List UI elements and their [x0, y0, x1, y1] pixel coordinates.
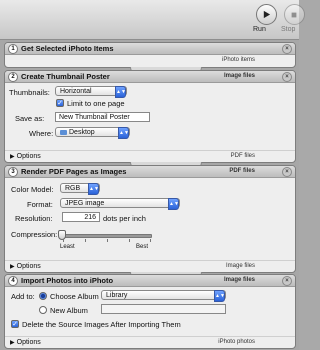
run-button[interactable]: Run	[253, 4, 279, 33]
output-type: Image files	[225, 263, 255, 269]
save-as-value: New Thumbnail Poster	[59, 114, 130, 121]
options-disclosure[interactable]: ▶ Options	[10, 151, 41, 162]
compression-min-label: Least	[60, 244, 75, 250]
slider-tick	[63, 239, 64, 242]
action-render-pdf-pages-as-images[interactable]: 3 Render PDF Pages as Images PDF files ×…	[4, 165, 296, 273]
action-footer: ▶ Options iPhoto photos	[5, 336, 295, 348]
action-number: 2	[8, 72, 18, 82]
save-as-label: Save as:	[15, 114, 45, 123]
compression-slider-knob[interactable]	[58, 230, 66, 240]
disclosure-triangle-icon: ▶	[10, 154, 15, 160]
where-popup[interactable]: Desktop ▲▼	[55, 127, 130, 139]
resolution-value: 216	[84, 214, 96, 221]
color-model-popup[interactable]: RGB ▲▼	[60, 183, 100, 195]
format-value: JPEG image	[65, 200, 105, 207]
add-to-label: Add to:	[11, 292, 35, 301]
options-label: Options	[16, 339, 41, 346]
choose-album-radio[interactable]	[39, 292, 47, 300]
save-as-field[interactable]: New Thumbnail Poster	[55, 112, 150, 122]
action-import-photos-into-iphoto[interactable]: 4 Import Photos into iPhoto Image files …	[4, 274, 296, 349]
new-album-label: New Album	[50, 306, 88, 315]
color-model-value: RGB	[65, 185, 81, 192]
where-label: Where:	[29, 129, 54, 138]
action-header[interactable]: 1 Get Selected iPhoto Items ×	[5, 43, 295, 55]
format-label: Format:	[27, 200, 53, 209]
toolbar: Run Stop	[0, 0, 305, 40]
action-title: Import Photos into iPhoto	[21, 276, 114, 285]
workflow-area: 1 Get Selected iPhoto Items × iPhoto ite…	[0, 40, 299, 350]
input-type: Image files	[223, 277, 255, 283]
chevron-updown-icon: ▲▼	[168, 198, 179, 210]
disclosure-triangle-icon: ▶	[10, 264, 15, 270]
thumbnails-label: Thumbnails:	[9, 88, 50, 97]
play-icon	[255, 4, 277, 25]
album-value: Library	[106, 292, 128, 299]
stop-button[interactable]: Stop	[281, 4, 307, 33]
options-label: Options	[16, 263, 41, 270]
thumbnails-popup[interactable]: Horizontal ▲▼	[55, 86, 127, 98]
resolution-unit: dots per inch	[103, 214, 146, 223]
input-type: Image files	[223, 73, 255, 79]
action-footer: ▶ Options Image files	[5, 260, 295, 272]
disclosure-triangle-icon: ▶	[10, 340, 15, 346]
options-disclosure[interactable]: ▶ Options	[10, 337, 41, 348]
thumbnails-value: Horizontal	[60, 88, 92, 95]
stop-label: Stop	[281, 26, 296, 33]
where-value: Desktop	[69, 129, 95, 136]
action-number: 4	[8, 276, 18, 286]
close-icon[interactable]: ×	[282, 167, 292, 177]
options-disclosure[interactable]: ▶ Options	[10, 261, 41, 272]
chevron-updown-icon: ▲▼	[118, 127, 129, 139]
new-album-field[interactable]	[101, 304, 226, 314]
action-title: Create Thumbnail Poster	[21, 72, 110, 81]
options-label: Options	[16, 153, 41, 160]
folder-icon	[60, 129, 67, 135]
chevron-updown-icon: ▲▼	[115, 86, 126, 98]
resolution-label: Resolution:	[15, 214, 53, 223]
compression-max-label: Best	[136, 244, 149, 250]
slider-tick	[85, 239, 86, 242]
stop-icon	[283, 4, 305, 25]
choose-album-label: Choose Album	[50, 292, 99, 301]
chevron-updown-icon: ▲▼	[214, 290, 225, 302]
close-icon[interactable]: ×	[282, 44, 292, 54]
format-popup[interactable]: JPEG image ▲▼	[60, 198, 180, 210]
close-icon[interactable]: ×	[282, 276, 292, 286]
slider-tick	[150, 239, 151, 242]
input-type: PDF files	[229, 168, 255, 174]
action-create-thumbnail-poster[interactable]: 2 Create Thumbnail Poster Image files × …	[4, 70, 296, 163]
album-popup[interactable]: Library ▲▼	[101, 290, 226, 302]
compression-slider-track[interactable]	[60, 234, 152, 238]
action-number: 1	[8, 44, 18, 54]
new-album-radio[interactable]	[39, 306, 47, 314]
compression-label: Compression:	[11, 230, 58, 239]
chevron-updown-icon: ▲▼	[88, 183, 99, 195]
action-header[interactable]: 2 Create Thumbnail Poster Image files ×	[5, 71, 295, 83]
action-header[interactable]: 3 Render PDF Pages as Images PDF files ×	[5, 166, 295, 178]
action-title: Render PDF Pages as Images	[21, 167, 127, 176]
slider-tick	[107, 239, 108, 242]
output-type: iPhoto photos	[218, 339, 255, 345]
action-header[interactable]: 4 Import Photos into iPhoto Image files …	[5, 275, 295, 287]
output-type: iPhoto items	[221, 57, 255, 63]
run-label: Run	[253, 26, 266, 33]
action-get-selected-iphoto-items[interactable]: 1 Get Selected iPhoto Items × iPhoto ite…	[4, 42, 296, 68]
action-footer: ▶ Options PDF files	[5, 150, 295, 162]
action-title: Get Selected iPhoto Items	[21, 44, 114, 53]
color-model-label: Color Model:	[11, 185, 54, 194]
delete-source-label: Delete the Source Images After Importing…	[22, 320, 181, 329]
limit-one-page-label: Limit to one page	[67, 99, 125, 108]
delete-source-checkbox[interactable]: ✓	[11, 320, 19, 328]
resolution-field[interactable]: 216	[62, 212, 100, 222]
output-type: PDF files	[230, 153, 255, 159]
limit-one-page-checkbox[interactable]: ✓	[56, 99, 64, 107]
action-number: 3	[8, 167, 18, 177]
close-icon[interactable]: ×	[282, 72, 292, 82]
slider-tick	[129, 239, 130, 242]
